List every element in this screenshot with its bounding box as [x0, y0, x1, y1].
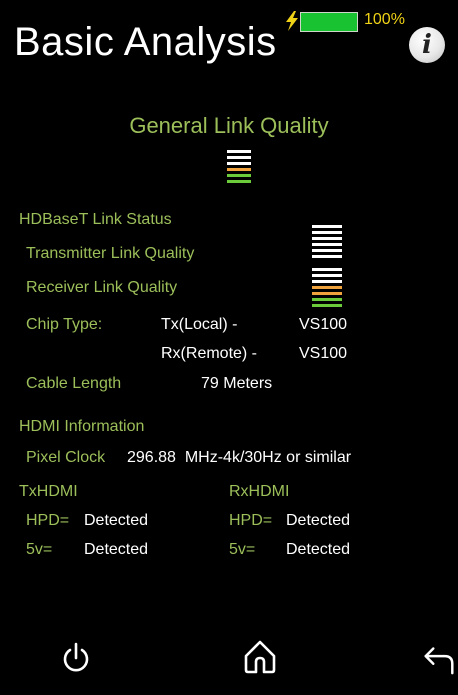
page-title: Basic Analysis — [14, 20, 277, 64]
receiver-link-quality-label: Receiver Link Quality — [26, 279, 178, 296]
tx-hdmi-title: TxHDMI — [19, 483, 78, 500]
tx-hpd-value: Detected — [84, 512, 149, 529]
cable-length-label: Cable Length — [26, 375, 122, 392]
chip-rx-value: VS100 — [299, 345, 348, 362]
battery-percent: 100% — [364, 11, 405, 28]
cable-length-value: 79 Meters — [201, 375, 273, 392]
home-icon[interactable] — [240, 636, 280, 676]
general-link-quality-title: General Link Quality — [129, 113, 329, 138]
transmitter-link-quality-label: Transmitter Link Quality — [26, 245, 195, 262]
rx-5v-value: Detected — [286, 541, 351, 558]
chip-tx-value: VS100 — [299, 316, 348, 333]
chip-tx-label: Tx(Local) - — [161, 316, 238, 333]
chip-rx-label: Rx(Remote) - — [161, 345, 258, 362]
chip-type-label: Chip Type: — [26, 316, 103, 333]
back-arrow-icon[interactable] — [420, 638, 458, 678]
pixel-clock-value: 296.88 MHz-4k/30Hz or similar — [127, 449, 352, 466]
power-icon[interactable] — [56, 638, 96, 678]
receiver-link-quality-bars-icon — [312, 268, 342, 312]
battery-level-indicator — [300, 12, 358, 32]
hdmi-section-title: HDMI Information — [19, 418, 145, 435]
rx-hdmi-title: RxHDMI — [229, 483, 290, 500]
info-icon[interactable]: i — [409, 27, 445, 63]
rx-hpd-label: HPD= — [229, 512, 273, 529]
tx-hpd-label: HPD= — [26, 512, 70, 529]
charging-bolt-icon — [286, 11, 298, 31]
rx-hpd-value: Detected — [286, 512, 351, 529]
hdbaset-section-title: HDBaseT Link Status — [19, 211, 172, 228]
rx-5v-label: 5v= — [229, 541, 256, 558]
general-link-quality-bars-icon — [227, 150, 251, 188]
tx-5v-value: Detected — [84, 541, 149, 558]
tx-5v-label: 5v= — [26, 541, 53, 558]
pixel-clock-label: Pixel Clock — [26, 449, 106, 466]
transmitter-link-quality-bars-icon — [312, 225, 342, 265]
